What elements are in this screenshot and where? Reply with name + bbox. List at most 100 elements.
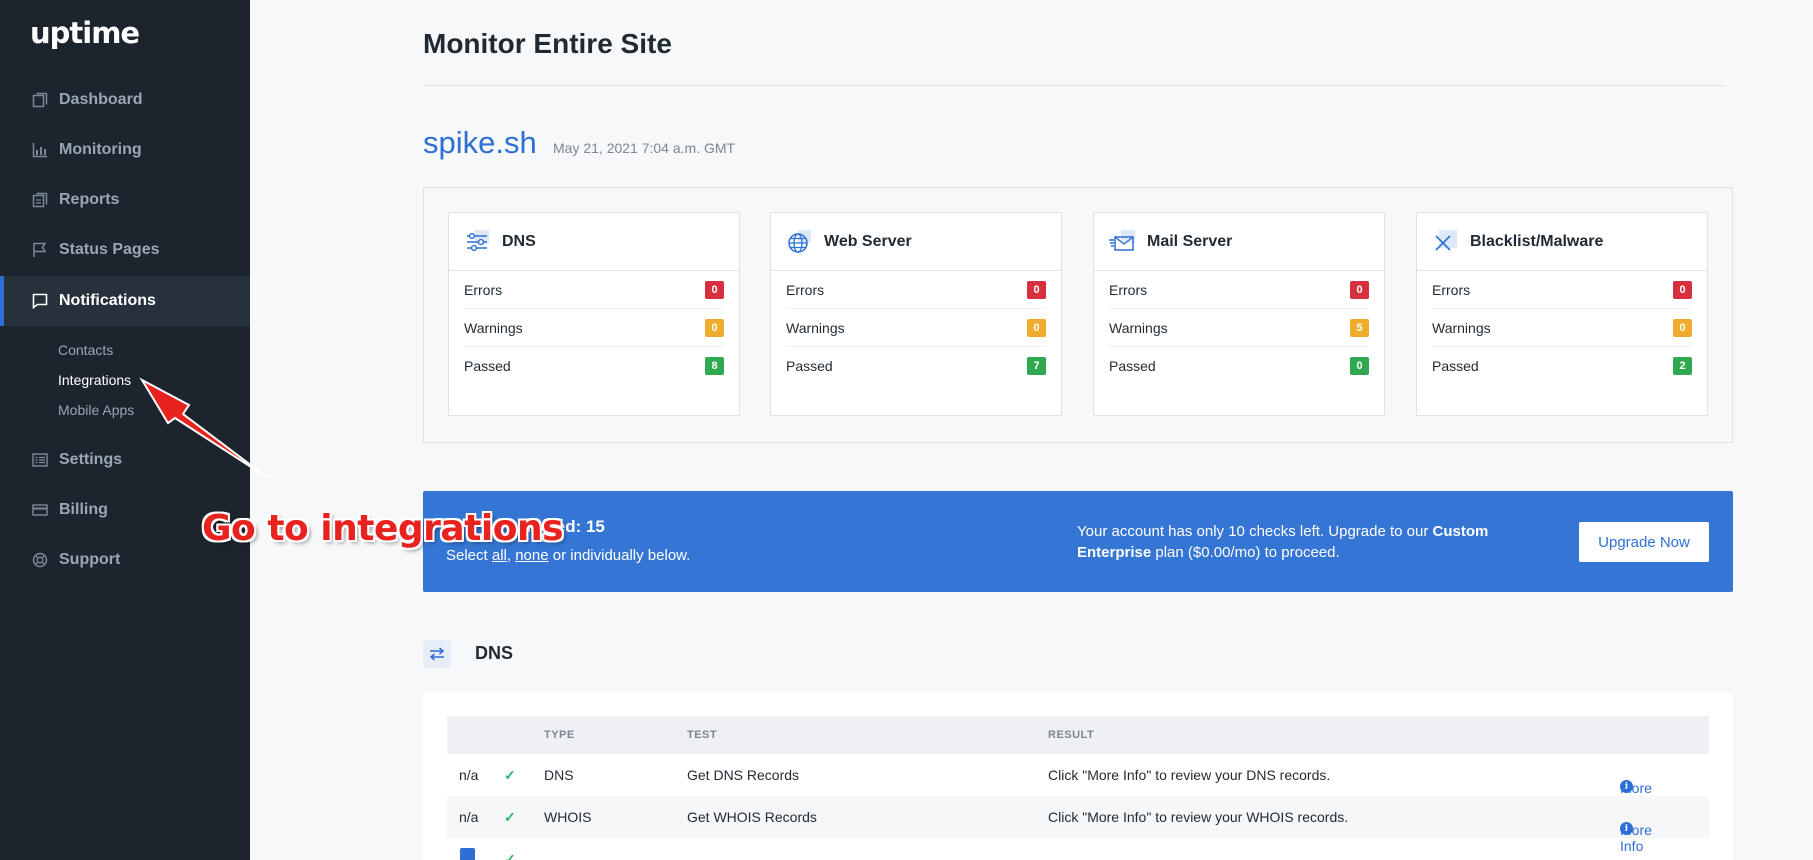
errors-row: Errors 0 bbox=[464, 271, 724, 309]
chat-icon bbox=[31, 292, 49, 310]
sidebar: uptime Dashboard Monitoring Reports Stat… bbox=[0, 0, 250, 860]
sidebar-item-notifications[interactable]: Notifications bbox=[0, 276, 250, 326]
sidebar-item-label: Settings bbox=[59, 451, 123, 468]
sidebar-item-label: Monitoring bbox=[59, 141, 142, 158]
row-status: n/a bbox=[459, 767, 479, 783]
warnings-row: Warnings 5 bbox=[1109, 309, 1369, 347]
errors-count-badge: 0 bbox=[1027, 280, 1046, 299]
summary-panel: DNS Errors 0 Warnings 0 Passed 8 Web Server… bbox=[423, 187, 1733, 443]
warnings-count-badge: 0 bbox=[705, 318, 724, 337]
warnings-row: Warnings 0 bbox=[464, 309, 724, 347]
errors-count-badge: 0 bbox=[1350, 280, 1369, 299]
uptime-logo[interactable]: uptime bbox=[30, 16, 140, 50]
sidebar-item-status-pages[interactable]: Status Pages bbox=[0, 225, 250, 275]
selection-banner: elected: 15 Select all, none or individu… bbox=[423, 491, 1733, 592]
column-header-test: TEST bbox=[687, 729, 718, 741]
sidebar-subitem-contacts[interactable]: Contacts bbox=[58, 342, 113, 358]
passed-count-badge: 8 bbox=[705, 357, 724, 375]
sidebar-item-label: Reports bbox=[59, 191, 120, 208]
row-label: Passed bbox=[464, 358, 511, 374]
sidebar-item-settings[interactable]: Settings bbox=[0, 435, 250, 485]
summary-card-blacklist: Blacklist/Malware Errors 0 Warnings 0 Pass… bbox=[1416, 212, 1708, 416]
select-suffix: or individually below. bbox=[548, 547, 691, 564]
row-type: WHOIS bbox=[544, 809, 592, 825]
card-title: Mail Server bbox=[1147, 232, 1233, 250]
select-separator: , bbox=[506, 547, 516, 564]
card-title: Blacklist/Malware bbox=[1470, 232, 1604, 250]
check-icon: ✓ bbox=[504, 809, 516, 825]
sidebar-item-label: Notifications bbox=[59, 292, 156, 309]
row-label: Errors bbox=[786, 281, 825, 298]
upgrade-now-button[interactable]: Upgrade Now bbox=[1579, 522, 1709, 562]
row-result: Click "More Info" to review your WHOIS r… bbox=[1048, 809, 1349, 825]
upgrade-message-end: plan ($0.00/mo) to proceed. bbox=[1151, 544, 1340, 561]
row-label: Warnings bbox=[1432, 319, 1491, 336]
upgrade-message: Your account has only 10 checks left. Up… bbox=[1077, 521, 1517, 563]
check-icon: ✓ bbox=[504, 851, 516, 860]
errors-row: Errors 0 bbox=[1432, 271, 1692, 309]
select-none-link[interactable]: none bbox=[515, 547, 548, 564]
report-timestamp: May 21, 2021 7:04 a.m. GMT bbox=[553, 140, 736, 156]
table-row-partial: ✓ bbox=[447, 838, 1709, 860]
chart-icon bbox=[31, 141, 49, 159]
errors-row: Errors 0 bbox=[786, 271, 1046, 309]
sidebar-subitem-integrations[interactable]: Integrations bbox=[58, 372, 131, 388]
sidebar-item-monitoring[interactable]: Monitoring bbox=[0, 125, 250, 175]
warnings-count-badge: 0 bbox=[1673, 318, 1692, 337]
row-label: Warnings bbox=[1109, 319, 1168, 336]
blacklist-icon bbox=[1432, 229, 1458, 255]
summary-card-web-server: Web Server Errors 0 Warnings 0 Passed 7 bbox=[770, 212, 1062, 416]
list-icon bbox=[31, 451, 49, 469]
passed-row: Passed 2 bbox=[1432, 347, 1692, 385]
sliders-icon bbox=[464, 229, 490, 255]
row-label: Warnings bbox=[464, 319, 523, 336]
passed-count-badge: 0 bbox=[1350, 357, 1369, 375]
summary-card-mail-server: Mail Server Errors 0 Warnings 5 Passed 0 bbox=[1093, 212, 1385, 416]
row-test: Get DNS Records bbox=[687, 767, 800, 783]
domain-name: spike.sh bbox=[423, 125, 537, 160]
passed-row: Passed 8 bbox=[464, 347, 724, 385]
row-checkbox[interactable] bbox=[460, 848, 475, 860]
warnings-row: Warnings 0 bbox=[786, 309, 1046, 347]
warnings-count-badge: 0 bbox=[1027, 318, 1046, 337]
row-label: Errors bbox=[464, 281, 503, 298]
row-result: Click "More Info" to review your DNS rec… bbox=[1048, 767, 1331, 783]
row-label: Passed bbox=[786, 358, 833, 374]
page-title: Monitor Entire Site bbox=[423, 28, 672, 59]
sidebar-item-label: Support bbox=[59, 551, 121, 568]
row-test: Get WHOIS Records bbox=[687, 809, 817, 825]
lifebuoy-icon bbox=[31, 551, 49, 569]
divider bbox=[423, 85, 1725, 86]
column-header-result: RESULT bbox=[1048, 729, 1095, 741]
dashboard-icon bbox=[31, 91, 49, 109]
passed-count-badge: 2 bbox=[1673, 357, 1692, 375]
upgrade-message-start: Your account has only 10 checks left. Up… bbox=[1077, 523, 1433, 540]
flag-icon bbox=[31, 241, 49, 259]
section-title: DNS bbox=[475, 643, 514, 663]
check-icon: ✓ bbox=[504, 767, 516, 783]
sidebar-item-dashboard[interactable]: Dashboard bbox=[0, 75, 250, 125]
table-row: n/a ✓ DNS Get DNS Records Click "More In… bbox=[447, 754, 1709, 812]
row-label: Passed bbox=[1432, 358, 1479, 374]
warnings-count-badge: 5 bbox=[1350, 318, 1369, 337]
row-label: Warnings bbox=[786, 319, 845, 336]
passed-count-badge: 7 bbox=[1027, 357, 1046, 375]
globe-icon bbox=[786, 229, 812, 255]
sidebar-item-label: Billing bbox=[59, 501, 108, 518]
column-header-type: TYPE bbox=[544, 729, 575, 741]
select-all-link[interactable]: all bbox=[492, 547, 507, 564]
row-label: Errors bbox=[1432, 281, 1471, 298]
row-label: Errors bbox=[1109, 281, 1148, 298]
sidebar-subitem-mobile-apps[interactable]: Mobile Apps bbox=[58, 402, 134, 418]
sidebar-item-reports[interactable]: Reports bbox=[0, 175, 250, 225]
card-title: Web Server bbox=[824, 232, 912, 250]
select-prefix: Select bbox=[446, 547, 492, 564]
card-icon bbox=[31, 501, 49, 519]
errors-count-badge: 0 bbox=[705, 280, 724, 299]
mail-icon bbox=[1109, 229, 1135, 255]
table-row: n/a ✓ WHOIS Get WHOIS Records Click "Mor… bbox=[447, 796, 1709, 854]
passed-row: Passed 7 bbox=[786, 347, 1046, 385]
dns-table: TYPE TEST RESULT n/a ✓ DNS Get DNS Recor… bbox=[423, 693, 1733, 860]
reports-icon bbox=[31, 191, 49, 209]
swap-icon bbox=[423, 640, 451, 668]
